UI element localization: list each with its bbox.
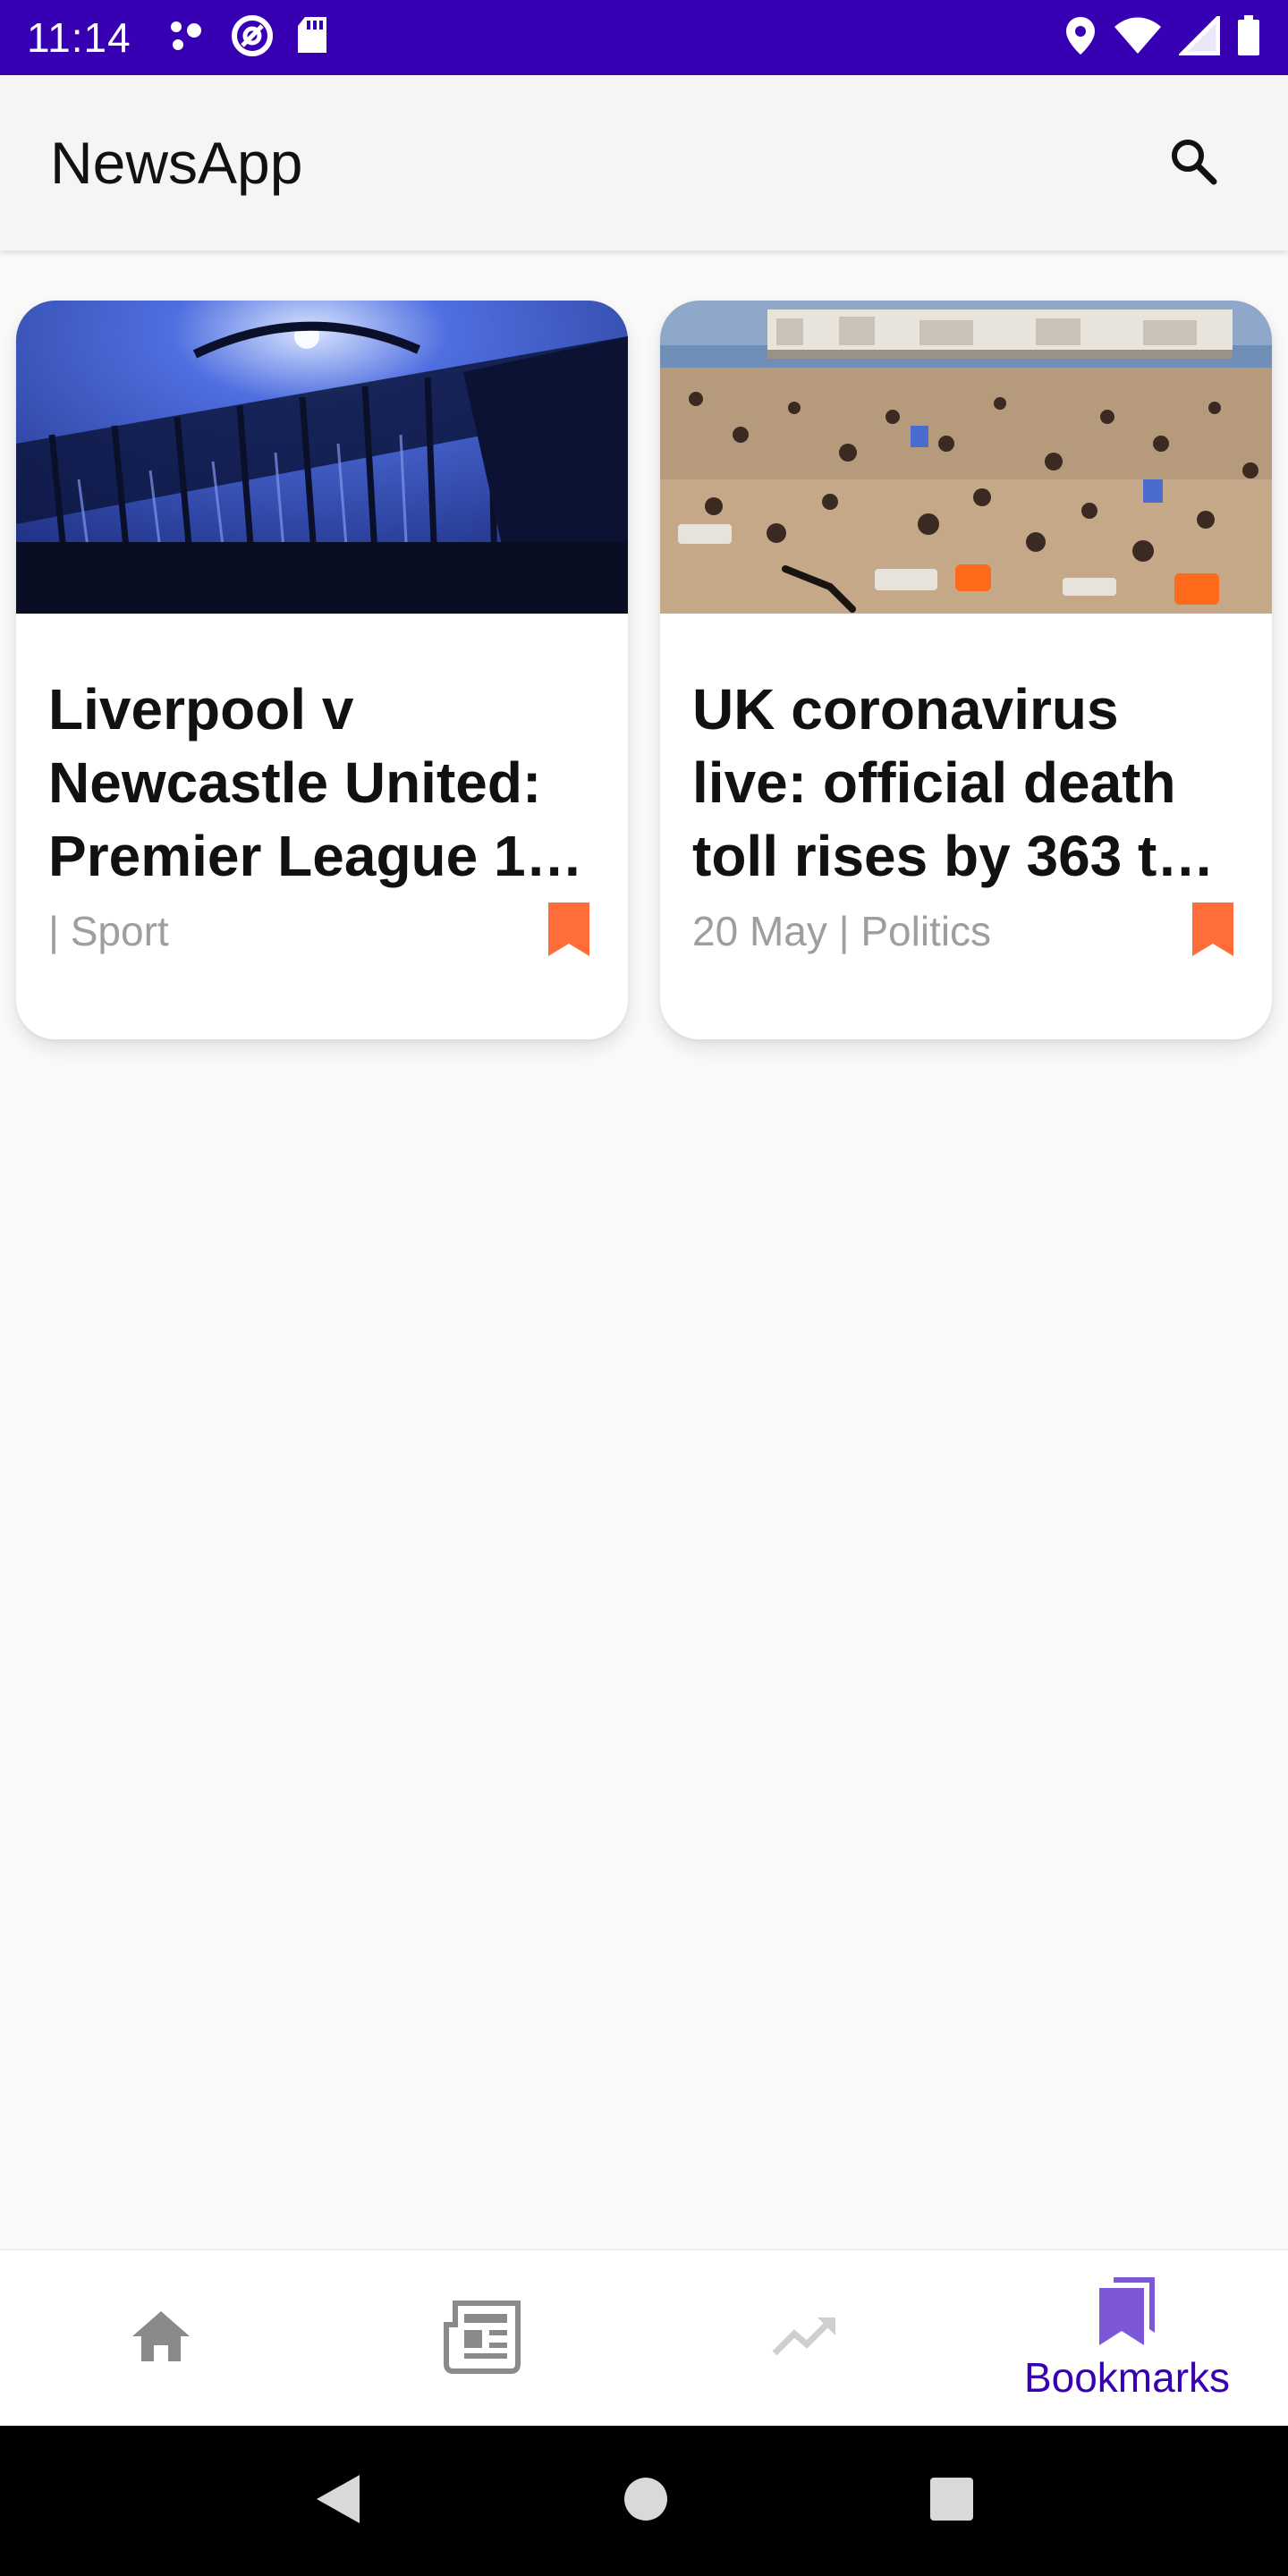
app-bar: NewsApp xyxy=(0,75,1288,250)
nav-headlines[interactable] xyxy=(322,2250,644,2426)
trending-icon xyxy=(771,2314,839,2363)
home-circle-icon[interactable] xyxy=(623,2476,669,2527)
stadium-gate-photo xyxy=(16,301,628,614)
nav-trending[interactable] xyxy=(644,2250,966,2426)
news-card[interactable]: Liverpool v Newcastle United: Premier Le… xyxy=(16,301,628,1039)
status-bar: 11:14 xyxy=(0,0,1288,75)
back-icon[interactable] xyxy=(313,2471,363,2531)
search-button[interactable] xyxy=(1148,118,1238,208)
card-title: UK coronavirus live: official death toll… xyxy=(692,677,1215,888)
bottom-navigation: Bookmarks xyxy=(0,2249,1288,2426)
status-time: 11:14 xyxy=(27,14,131,61)
card-meta: | Sport xyxy=(48,900,596,962)
status-right-icons xyxy=(1064,12,1261,61)
newspaper-icon xyxy=(443,2298,523,2379)
sd-card-icon xyxy=(294,15,330,61)
signal-icon xyxy=(1176,12,1221,60)
search-icon xyxy=(1168,136,1218,191)
nav-home[interactable] xyxy=(0,2250,322,2426)
location-icon xyxy=(1064,15,1097,61)
system-navigation-bar xyxy=(0,2426,1288,2576)
bookmark-button[interactable] xyxy=(1186,900,1240,962)
bookmarks-icon xyxy=(1096,2275,1158,2351)
news-card[interactable]: UK coronavirus live: official death toll… xyxy=(660,301,1272,1039)
dots-icon xyxy=(167,18,210,58)
app-title: NewsApp xyxy=(50,130,303,196)
battery-icon xyxy=(1236,14,1261,61)
status-left-icons xyxy=(167,13,330,63)
bookmark-filled-icon xyxy=(1191,901,1235,962)
nav-label-bookmarks: Bookmarks xyxy=(1023,2353,1231,2401)
recents-icon[interactable] xyxy=(928,2476,975,2527)
wifi-icon xyxy=(1113,16,1163,60)
card-date-category: 20 May | Politics xyxy=(692,908,992,954)
card-title: Liverpool v Newcastle United: Premier Le… xyxy=(48,677,583,888)
bookmark-filled-icon xyxy=(547,901,591,962)
card-meta: 20 May | Politics xyxy=(692,900,1240,962)
at-sign-icon xyxy=(230,13,275,63)
nav-bookmarks[interactable]: Bookmarks xyxy=(966,2250,1288,2426)
home-icon xyxy=(129,2308,193,2369)
bookmark-button[interactable] xyxy=(542,900,596,962)
crowded-beach-photo xyxy=(660,301,1272,614)
card-date-category: | Sport xyxy=(48,908,169,954)
